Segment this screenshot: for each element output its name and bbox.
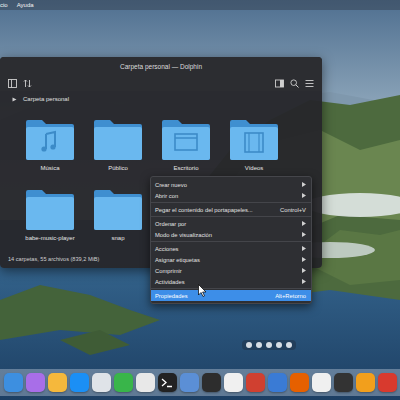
dock-app-icon[interactable] [268,373,287,392]
breadcrumb-label: Carpeta personal [23,96,69,102]
dock-app-icon[interactable] [356,373,375,392]
menu-item[interactable]: Crear nuevo [151,179,311,190]
dock-app-icon[interactable] [92,373,111,392]
folder-name: Vídeos [245,165,264,171]
menu-label: Propiedades [155,293,271,299]
folder-name: babe-music-player [25,235,74,241]
menu-item[interactable]: Actividades [151,276,311,287]
folder-item[interactable]: snap [84,188,152,252]
submenu-arrow-icon [302,268,306,273]
dock-app-icon[interactable] [202,373,221,392]
folder-icon [92,118,144,162]
menu-separator [151,216,311,217]
menu-item[interactable]: Ordenar por [151,218,311,229]
dock-app-icon[interactable] [180,373,199,392]
menu-label: Modo de visualización [155,232,298,238]
menu-label: Abrir con [155,193,298,199]
title-bar[interactable]: Carpeta personal — Dolphin [0,57,322,75]
folder-item[interactable]: Escritorio [152,118,220,182]
menu-separator [151,202,311,203]
menu-separator [151,241,311,242]
folder-name: Público [108,165,128,171]
submenu-arrow-icon [302,257,306,262]
menu-label: Asignar etiquetas [155,257,298,263]
menubar-item[interactable]: Ayuda [17,2,34,8]
menu-item[interactable]: Propiedades Alt+Retorno [151,290,311,301]
menubar-item[interactable]: cio [0,2,8,8]
menu-item[interactable]: Pegar el contenido del portapapeles... C… [151,204,311,215]
dock-app-icon[interactable] [312,373,331,392]
dock-app-icon[interactable] [334,373,353,392]
folder-item[interactable]: babe-music-player [16,188,84,252]
tray-icon[interactable] [286,342,292,348]
submenu-arrow-icon [302,279,306,284]
folder-name: Música [40,165,59,171]
dock-app-icon[interactable] [114,373,133,392]
folder-icon [24,188,76,232]
folder-name: snap [111,235,124,241]
desktop: cio Ayuda Carpeta personal — Dolphin Carp… [0,0,400,400]
dock-app-icon[interactable] [246,373,265,392]
menu-item[interactable]: Asignar etiquetas [151,254,311,265]
tray-icon[interactable] [276,342,282,348]
dock-app-icon[interactable] [136,373,155,392]
menu-item[interactable]: Modo de visualización [151,229,311,240]
folder-item[interactable]: Público [84,118,152,182]
tray-icon[interactable] [246,342,252,348]
menu-label: Ordenar por [155,221,298,227]
split-view-icon[interactable] [275,79,284,88]
dock-app-icon[interactable] [26,373,45,392]
dock-app-icon[interactable] [378,373,397,392]
menu-icon[interactable] [305,79,314,88]
dock-app-icon[interactable] [4,373,23,392]
search-icon[interactable] [290,79,299,88]
dock-app-icon[interactable] [70,373,89,392]
submenu-arrow-icon [302,232,306,237]
menu-label: Pegar el contenido del portapapeles... [155,207,276,213]
sort-icon[interactable] [23,79,32,88]
submenu-arrow-icon [302,182,306,187]
top-menubar: cio Ayuda [0,0,400,10]
dock [0,369,400,396]
tray-icon[interactable] [256,342,262,348]
menu-separator [151,288,311,289]
tray-icon[interactable] [266,342,272,348]
toolbar [0,75,322,91]
folder-icon [160,118,212,162]
dock-app-icon[interactable] [48,373,67,392]
menu-label: Crear nuevo [155,182,298,188]
terminal-icon [158,373,177,392]
folder-icon [92,188,144,232]
menu-shortcut: Alt+Retorno [275,293,306,299]
submenu-arrow-icon [302,221,306,226]
menu-label: Actividades [155,279,298,285]
panels-icon[interactable] [8,79,17,88]
menu-label: Acciones [155,246,298,252]
window-title: Carpeta personal — Dolphin [120,63,202,70]
context-menu: Crear nuevo Abrir con Pegar el contenido… [150,176,312,304]
menu-label: Comprimir [155,268,298,274]
expand-arrow-icon [12,97,17,102]
folder-icon [24,118,76,162]
menu-item[interactable]: Acciones [151,243,311,254]
breadcrumb[interactable]: Carpeta personal [0,91,322,104]
folder-item[interactable]: Música [16,118,84,182]
folder-name: Escritorio [173,165,198,171]
tray [242,340,296,350]
folder-icon [228,118,280,162]
submenu-arrow-icon [302,246,306,251]
dock-app-icon[interactable] [290,373,309,392]
dock-app-icon[interactable] [158,373,177,392]
folder-item[interactable]: Vídeos [220,118,288,182]
menu-shortcut: Control+V [280,207,306,213]
menu-item[interactable]: Abrir con [151,190,311,201]
submenu-arrow-icon [302,193,306,198]
dock-app-icon[interactable] [224,373,243,392]
menu-item[interactable]: Comprimir [151,265,311,276]
mouse-cursor-icon [198,284,207,297]
status-text: 14 carpetas, 55 archivos (839,2 MiB) [8,256,99,262]
